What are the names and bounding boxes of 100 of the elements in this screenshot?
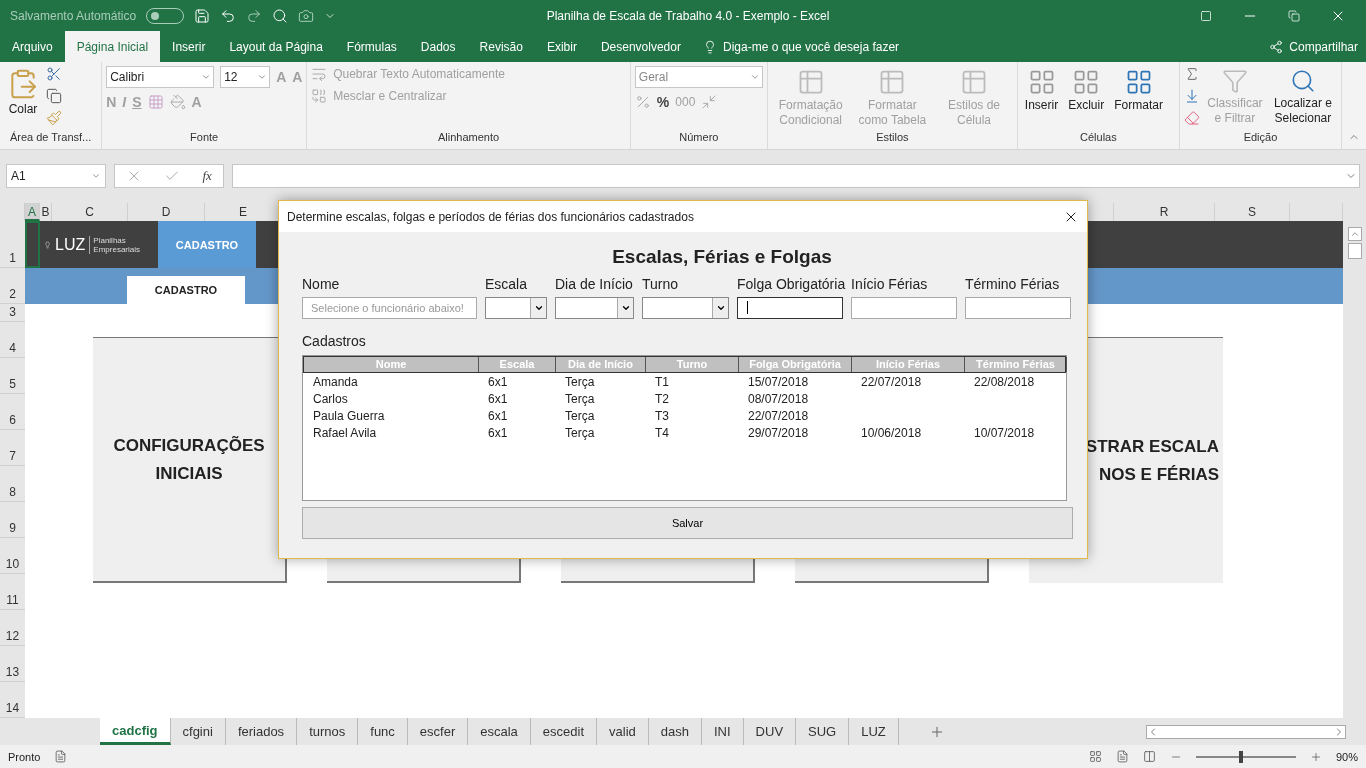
group-label: Fonte xyxy=(189,130,220,145)
formula-field[interactable] xyxy=(232,163,1360,188)
group-label: Área de Transf... xyxy=(8,130,93,145)
ribbon-options-icon[interactable] xyxy=(1200,9,1212,22)
format-painter-icon[interactable] xyxy=(46,110,62,127)
window-title: Planilha de Escala de Trabalho 4.0 - Exemplo - Excel xyxy=(545,8,831,23)
dropdown-icon[interactable] xyxy=(715,303,726,313)
undo-icon[interactable] xyxy=(220,7,237,24)
cut-icon[interactable] xyxy=(46,66,62,83)
sheet-tab[interactable]: cadcfig xyxy=(100,718,171,746)
menu-tab[interactable]: Layout da Página xyxy=(217,31,335,63)
table-cell-text: 22/07/2018 xyxy=(747,408,810,424)
row-header[interactable]: 3 xyxy=(0,304,25,323)
name-box[interactable]: A1 xyxy=(6,163,106,188)
macro-icon[interactable] xyxy=(54,750,68,764)
table-cell-text: T3 xyxy=(654,408,670,424)
field-label: Turno xyxy=(642,276,680,292)
menu-tab[interactable]: Página Inicial xyxy=(64,31,161,63)
normal-view-icon[interactable] xyxy=(1088,750,1102,764)
camera-icon[interactable] xyxy=(298,7,315,24)
cells-button[interactable]: Formatar xyxy=(1111,66,1166,131)
dropdown-icon[interactable] xyxy=(533,303,544,313)
table-cell-text: Terça xyxy=(564,425,596,441)
column-header: Turno xyxy=(646,357,739,372)
table-cell-text: Paula Guerra xyxy=(312,408,386,424)
page-layout-icon[interactable] xyxy=(1115,750,1129,764)
menu-tab[interactable]: Fórmulas xyxy=(334,31,409,63)
input-field[interactable] xyxy=(851,297,957,319)
card-title: NOS E FÉRIAS xyxy=(1099,463,1220,486)
table-cell-text: 22/07/2018 xyxy=(860,374,923,390)
number-format-field[interactable]: Geral xyxy=(634,66,763,89)
selected-cell xyxy=(25,221,40,269)
font-name-field[interactable]: Calibri xyxy=(106,66,215,89)
group-label: Células xyxy=(1079,130,1118,145)
column-header[interactable]: A xyxy=(25,203,40,222)
group-label: Estilos xyxy=(875,130,910,145)
column-header: Nome xyxy=(304,357,479,372)
font-size-field[interactable]: 12 xyxy=(220,66,271,89)
column-header[interactable]: B xyxy=(40,203,52,222)
find-select-button[interactable]: Localizar e Selecionar xyxy=(1269,66,1336,131)
table-cell-text: 6x1 xyxy=(487,408,509,424)
menu-tab[interactable]: Inserir xyxy=(160,31,218,63)
status-text: Pronto xyxy=(8,750,41,763)
column-header: Escala xyxy=(479,357,556,372)
menu-tab[interactable]: Exibir xyxy=(534,31,589,63)
cells-button[interactable]: Excluir xyxy=(1065,66,1108,131)
input-field[interactable] xyxy=(965,297,1071,319)
dialog-heading: Escalas, Férias e Folgas xyxy=(611,246,833,268)
insert-function-button[interactable]: fx xyxy=(202,167,212,184)
combo-field[interactable] xyxy=(485,297,547,319)
save-button[interactable]: Salvar xyxy=(302,507,1073,539)
merge-icon[interactable] xyxy=(311,88,328,105)
dropdown-icon[interactable] xyxy=(620,303,631,313)
paste-button[interactable]: Colar xyxy=(4,66,42,131)
zoom-in-icon[interactable] xyxy=(1309,750,1322,763)
column-header: Folga Obrigatória xyxy=(739,357,852,372)
menu-tab[interactable]: Dados xyxy=(408,31,468,63)
borders-icon[interactable] xyxy=(147,94,164,111)
share-button[interactable]: Compartilhar xyxy=(1261,31,1366,63)
menu-tab[interactable]: Arquivo xyxy=(0,31,65,63)
horizontal-scrollbar[interactable] xyxy=(1146,724,1346,739)
save-icon[interactable] xyxy=(194,7,211,24)
percent-button[interactable]: % xyxy=(656,94,670,111)
combo-field[interactable] xyxy=(642,297,729,319)
page-break-icon[interactable] xyxy=(1142,750,1156,764)
redo-icon[interactable] xyxy=(246,7,263,24)
combo-field[interactable] xyxy=(555,297,634,319)
eraser-icon[interactable] xyxy=(1183,110,1200,127)
restore-icon[interactable] xyxy=(1288,9,1300,22)
table-cell-text: 6x1 xyxy=(487,425,509,441)
tell-me-field[interactable]: Diga-me o que você deseja fazer xyxy=(722,39,900,54)
logo-tagline: Planilhas Empresariais xyxy=(89,235,140,254)
table-cell-text: Amanda xyxy=(312,374,359,390)
field-label: Escala xyxy=(485,276,529,292)
menu-tab[interactable]: Revisão xyxy=(467,31,535,63)
records-list[interactable] xyxy=(302,355,1067,501)
table-cell-text: Terça xyxy=(564,391,596,407)
logo-text: LUZ xyxy=(55,235,86,254)
menu-tab[interactable]: Desenvolvedor xyxy=(588,31,693,63)
card-title: INICIAIS xyxy=(155,462,223,485)
field-label: Dia de Início xyxy=(555,276,634,292)
input-field[interactable]: Selecione o funcionário abaixo! xyxy=(302,297,477,319)
wrap-text-icon[interactable] xyxy=(311,66,328,83)
menu-card[interactable]: CONFIGURAÇÕES INICIAIS xyxy=(93,337,287,584)
cells-button[interactable]: Inserir xyxy=(1021,66,1062,131)
share-icon[interactable] xyxy=(1269,39,1284,54)
column-header: Dia de Início xyxy=(556,357,646,372)
card-title: STRAR ESCALA xyxy=(1085,435,1220,458)
table-cell-text: T1 xyxy=(654,374,670,390)
table-cell-text: 29/07/2018 xyxy=(747,425,810,441)
table-cell-text: 10/06/2018 xyxy=(860,425,923,441)
group-label: Número xyxy=(678,130,720,145)
sub-tab[interactable]: CADASTRO xyxy=(127,276,245,305)
fill-color-icon[interactable] xyxy=(169,94,186,111)
input-field[interactable] xyxy=(737,297,843,319)
table-cell-text: 6x1 xyxy=(487,374,509,390)
group-label: Alinhamento xyxy=(436,130,501,145)
copy-icon[interactable] xyxy=(46,88,62,105)
zoom-level: 90% xyxy=(1335,750,1358,763)
scroll-thumb[interactable] xyxy=(1347,243,1362,260)
